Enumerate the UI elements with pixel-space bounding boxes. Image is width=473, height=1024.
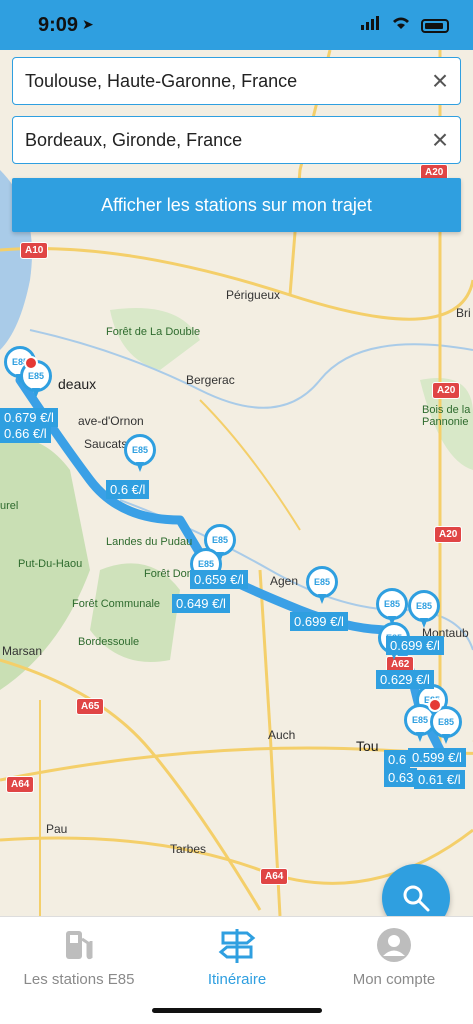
place-label: Agen bbox=[270, 574, 299, 588]
place-label: Bordessoule bbox=[78, 636, 140, 648]
tab-account[interactable]: Mon compte bbox=[315, 925, 473, 988]
price-label[interactable]: 0.649 €/l bbox=[172, 594, 230, 613]
place-label: Pau bbox=[46, 822, 68, 836]
fuel-pump-icon bbox=[66, 931, 93, 960]
tab-stations[interactable]: Les stations E85 bbox=[0, 925, 158, 988]
place-label: Forêt Don bbox=[144, 568, 193, 580]
station-pin[interactable]: E85 bbox=[376, 588, 408, 626]
clear-destination-icon[interactable]: × bbox=[420, 120, 460, 160]
station-pin[interactable]: E85 bbox=[124, 434, 156, 472]
show-stations-button[interactable]: Afficher les stations sur mon trajet bbox=[12, 178, 461, 232]
price-label[interactable]: 0.699 €/l bbox=[386, 636, 444, 655]
place-label: Bergerac bbox=[186, 373, 235, 387]
account-icon bbox=[377, 928, 411, 962]
search-icon bbox=[403, 885, 430, 912]
road-shield: A65 bbox=[76, 698, 105, 715]
place-label: ave-d'Ornon bbox=[78, 414, 144, 428]
destination-input[interactable]: Bordeaux, Gironde, France × bbox=[12, 116, 461, 164]
destination-input-value: Bordeaux, Gironde, France bbox=[25, 129, 243, 150]
price-label[interactable]: 0.659 €/l bbox=[190, 570, 248, 589]
place-label: Périgueux bbox=[226, 288, 281, 302]
road-shield: A64 bbox=[6, 776, 35, 793]
place-label: Forêt Communale bbox=[72, 598, 161, 610]
place-label: Bri bbox=[456, 306, 471, 320]
tab-account-label: Mon compte bbox=[352, 971, 436, 988]
price-label[interactable]: 0.6 bbox=[384, 750, 411, 769]
place-label: Forêt de La Double bbox=[106, 326, 201, 338]
tab-stations-label: Les stations E85 bbox=[23, 971, 135, 988]
price-label[interactable]: 0.63 bbox=[384, 768, 418, 787]
place-label: Put-Du-Haou bbox=[18, 558, 83, 570]
destination-marker[interactable] bbox=[24, 356, 38, 370]
station-pin[interactable]: E85 bbox=[306, 566, 338, 604]
place-label: Tou bbox=[356, 738, 379, 754]
place-label: Tarbes bbox=[170, 842, 207, 856]
battery-icon bbox=[421, 18, 449, 33]
road-shield: A20 bbox=[432, 382, 461, 399]
road-shield: A64 bbox=[260, 868, 289, 885]
wifi-icon bbox=[391, 16, 411, 35]
place-label: deaux bbox=[58, 376, 97, 392]
price-label[interactable]: 0.66 €/l bbox=[0, 424, 51, 443]
place-label: Saucats bbox=[84, 437, 128, 451]
status-bar: 9:09 ➤ bbox=[0, 0, 473, 50]
home-indicator bbox=[152, 1008, 322, 1013]
tab-itinerary[interactable]: Itinéraire bbox=[158, 925, 316, 988]
place-label: Landes du Pudau bbox=[106, 536, 193, 548]
road-shield: A20 bbox=[434, 526, 463, 543]
tab-itinerary-label: Itinéraire bbox=[207, 971, 267, 988]
origin-marker[interactable] bbox=[428, 698, 442, 712]
place-label: Bois de la Pannonie bbox=[422, 404, 471, 428]
origin-input[interactable]: Toulouse, Haute-Garonne, France × bbox=[12, 57, 461, 105]
signpost-icon bbox=[218, 929, 256, 963]
clear-origin-icon[interactable]: × bbox=[420, 61, 460, 101]
price-label[interactable]: 0.629 €/l bbox=[376, 670, 434, 689]
price-label[interactable]: 0.61 €/l bbox=[414, 770, 465, 789]
price-label[interactable]: 0.6 €/l bbox=[106, 480, 150, 499]
place-label: Marsan bbox=[2, 644, 43, 658]
place-label: Auch bbox=[268, 728, 296, 742]
price-label[interactable]: 0.599 €/l bbox=[408, 748, 466, 767]
station-pin[interactable]: E85 bbox=[408, 590, 440, 628]
road-shield: A10 bbox=[20, 242, 49, 259]
status-icons bbox=[361, 16, 449, 35]
status-time: 9:09 bbox=[38, 14, 79, 36]
origin-input-value: Toulouse, Haute-Garonne, France bbox=[25, 70, 298, 91]
price-label[interactable]: 0.699 €/l bbox=[290, 612, 348, 631]
signal-icon bbox=[361, 16, 381, 35]
location-arrow-icon: ➤ bbox=[82, 16, 94, 32]
place-label: urel bbox=[0, 500, 19, 512]
